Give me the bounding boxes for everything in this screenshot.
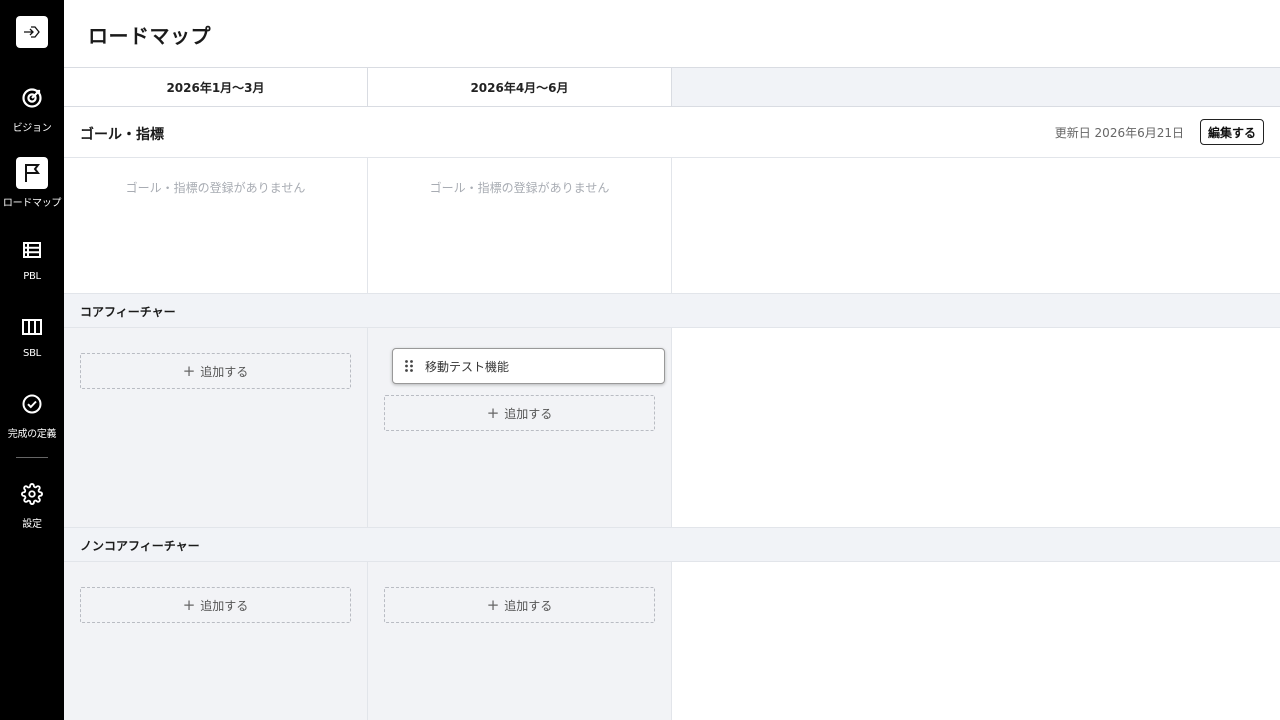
feature-card[interactable]: 移動テスト機能 [392,348,665,384]
goals-cell: ゴール・指標の登録がありません [368,158,672,294]
sidebar-item-label: 設定 [22,519,42,530]
app-logo[interactable] [16,16,48,48]
main-content: ロードマップ 2026年1月〜3月 2026年4月〜6月 ゴール・指標 更新日 … [64,0,1280,720]
sidebar-item-definition-of-done[interactable]: 完成の定義 [0,388,64,448]
sidebar: ビジョン ロードマップ PBL SBL 完成の定義 設定 [0,0,64,720]
plus-icon: + [486,403,500,422]
feature-title: 移動テスト機能 [425,359,510,374]
add-button-label: 追加する [200,364,249,379]
feature-lane: 移動テスト機能 + 追加する [368,328,672,528]
core-features-header: コアフィーチャー [64,293,1280,328]
sidebar-item-label: PBL [23,271,41,282]
add-feature-button[interactable]: + 追加する [384,395,655,431]
goals-row: ゴール・指標の登録がありません ゴール・指標の登録がありません [64,158,1280,294]
add-button-label: 追加する [504,406,553,421]
quarter-header: 2026年1月〜3月 2026年4月〜6月 [64,67,1280,107]
check-circle-icon [16,388,48,420]
sidebar-item-label: ビジョン [12,123,52,134]
goals-title: ゴール・指標 [80,127,164,143]
edit-goals-button[interactable]: 編集する [1199,119,1264,145]
drag-handle-icon[interactable] [393,359,425,373]
add-button-label: 追加する [504,598,553,613]
section-title: コアフィーチャー [80,305,176,319]
flag-icon [16,157,48,189]
plus-icon: + [486,595,500,614]
add-feature-button[interactable]: + 追加する [384,587,655,623]
sidebar-item-settings[interactable]: 設定 [0,478,64,538]
empty-goals-message: ゴール・指標の登録がありません [429,181,610,195]
updated-date: 更新日 2026年6月21日 [1054,126,1184,140]
target-icon [16,82,48,114]
quarter-column-header: 2026年4月〜6月 [368,68,672,106]
noncore-features-header: ノンコアフィーチャー [64,527,1280,562]
board-icon [16,311,48,343]
core-features-row: + 追加する 移動テスト機能 + 追加する [64,328,1280,528]
feature-lane: + 追加する [64,328,368,528]
feature-lane: + 追加する [368,562,672,720]
sidebar-item-roadmap[interactable]: ロードマップ [0,157,64,217]
feature-lane: + 追加する [64,562,368,720]
page-title: ロードマップ [88,24,211,48]
plus-icon: + [182,595,196,614]
add-button-label: 追加する [200,598,249,613]
logo-icon [24,26,40,38]
list-icon [16,234,48,266]
sidebar-item-label: SBL [23,348,41,359]
goals-cell: ゴール・指標の登録がありません [64,158,368,294]
noncore-features-row: + 追加する + 追加する [64,562,1280,720]
section-title: ノンコアフィーチャー [80,539,200,553]
add-feature-button[interactable]: + 追加する [80,587,351,623]
sidebar-item-sbl[interactable]: SBL [0,311,64,371]
gear-icon [16,478,48,510]
sidebar-item-label: 完成の定義 [7,429,57,440]
sidebar-item-pbl[interactable]: PBL [0,234,64,294]
add-feature-button[interactable]: + 追加する [80,353,351,389]
plus-icon: + [182,361,196,380]
empty-goals-message: ゴール・指標の登録がありません [125,181,306,195]
sidebar-divider [16,457,48,458]
quarter-column-header: 2026年1月〜3月 [64,68,368,106]
sidebar-item-vision[interactable]: ビジョン [0,82,64,142]
sidebar-item-label: ロードマップ [2,198,62,209]
goals-header: ゴール・指標 更新日 2026年6月21日 編集する [64,107,1280,158]
